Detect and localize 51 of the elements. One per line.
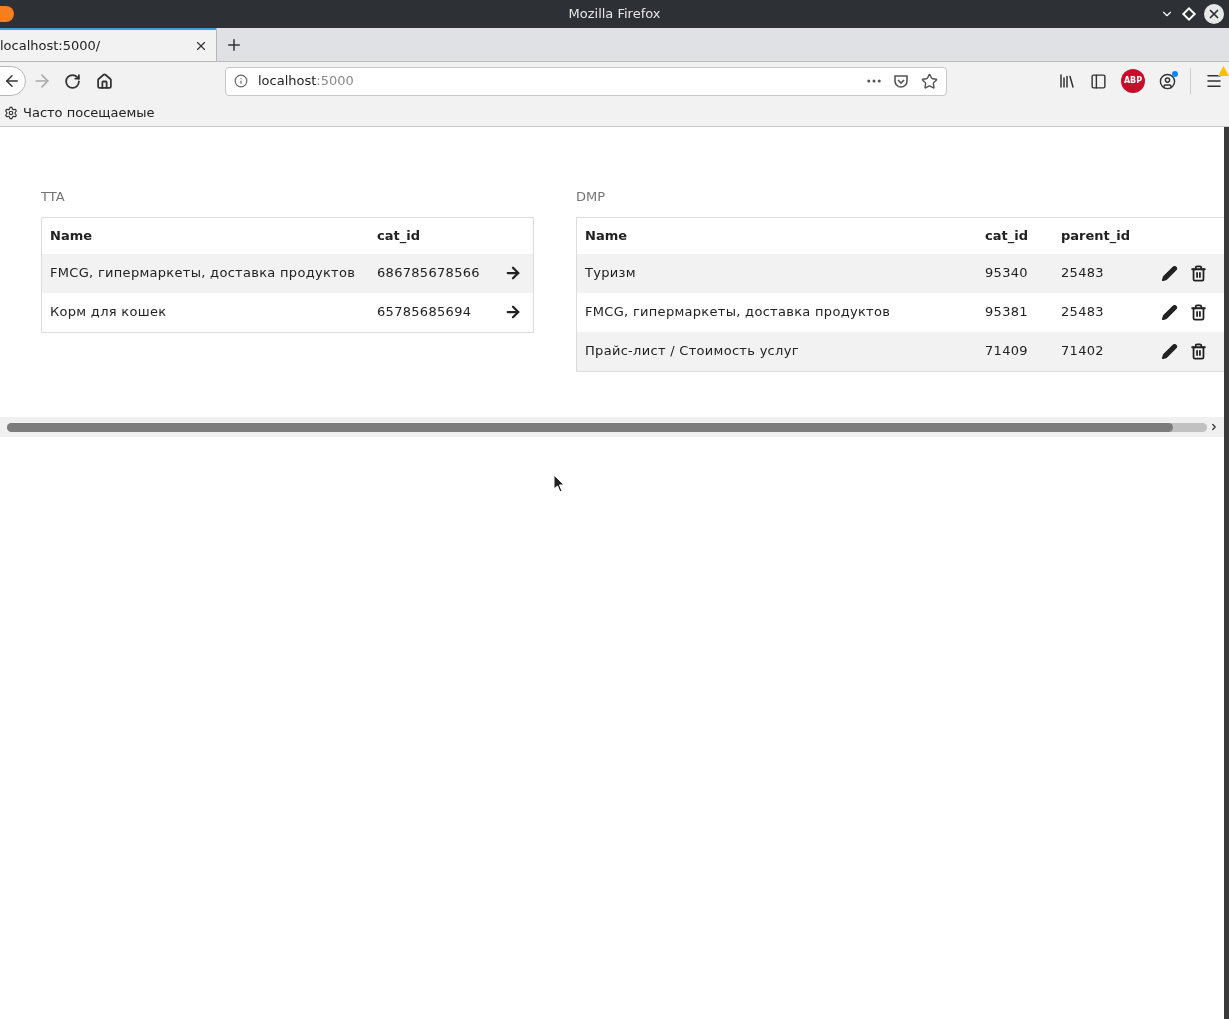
arrow-right-icon[interactable] xyxy=(504,303,522,321)
pencil-icon[interactable] xyxy=(1161,303,1178,321)
scroll-right-icon[interactable] xyxy=(1209,422,1219,432)
table-cell: FMCG, гипермаркеты, доставка продуктов xyxy=(585,304,891,320)
table-cell: 25483 xyxy=(1061,304,1104,320)
back-button[interactable] xyxy=(0,66,26,96)
table-title: TTA xyxy=(41,188,65,206)
table-cell: 686785678566 xyxy=(377,265,480,281)
sidebar-icon[interactable] xyxy=(1090,72,1107,90)
table-cell: 65785685694 xyxy=(377,304,472,320)
trash-icon[interactable] xyxy=(1190,342,1207,360)
address-field[interactable]: localhost:5000 xyxy=(225,66,947,96)
table-cell: 71409 xyxy=(985,343,1028,359)
table-cell: FMCG, гипермаркеты, доставка продуктов xyxy=(50,265,356,281)
trash-icon[interactable] xyxy=(1190,264,1207,282)
adblock-button[interactable]: ABP xyxy=(1121,69,1145,93)
table-cell: Корм для кошек xyxy=(50,304,167,320)
column-header: cat_id xyxy=(377,227,420,243)
browser-logo-icon xyxy=(0,6,14,22)
column-header: Name xyxy=(50,227,92,243)
table-cell: Прайс-лист / Стоимость услуг xyxy=(585,343,799,359)
table-cell: Туризм xyxy=(585,265,636,281)
info-icon[interactable] xyxy=(234,74,248,88)
menu-icon[interactable] xyxy=(1205,72,1223,90)
account-icon[interactable] xyxy=(1159,72,1176,90)
trash-icon[interactable] xyxy=(1190,303,1207,321)
browser-tab[interactable]: localhost:5000/ xyxy=(0,28,216,61)
window-title: Mozilla Firefox xyxy=(568,5,661,24)
bookmark-item[interactable]: Часто посещаемые xyxy=(4,103,155,123)
column-header: cat_id xyxy=(985,227,1028,243)
gear-icon xyxy=(4,106,18,120)
close-icon[interactable] xyxy=(1204,4,1224,24)
table-title: DMP xyxy=(576,188,606,206)
reload-icon[interactable] xyxy=(64,72,81,90)
horizontal-scrollbar[interactable] xyxy=(0,417,1224,437)
table-cell: 95381 xyxy=(985,304,1028,320)
table-cell: 71402 xyxy=(1061,343,1104,359)
library-icon[interactable] xyxy=(1058,72,1076,90)
pencil-icon[interactable] xyxy=(1161,264,1178,282)
home-icon[interactable] xyxy=(96,72,113,90)
column-header: Name xyxy=(585,227,627,243)
arrow-right-icon[interactable] xyxy=(504,264,522,282)
column-header: parent_id xyxy=(1061,227,1131,243)
maximize-icon[interactable] xyxy=(1181,6,1197,22)
pocket-icon[interactable] xyxy=(893,73,909,89)
pencil-icon[interactable] xyxy=(1161,342,1178,360)
table-cell: 25483 xyxy=(1061,265,1104,281)
table-cell: 95340 xyxy=(985,265,1028,281)
bookmark-star-icon[interactable] xyxy=(921,72,938,90)
mouse-cursor-icon xyxy=(553,474,565,494)
warning-icon xyxy=(1218,66,1229,76)
